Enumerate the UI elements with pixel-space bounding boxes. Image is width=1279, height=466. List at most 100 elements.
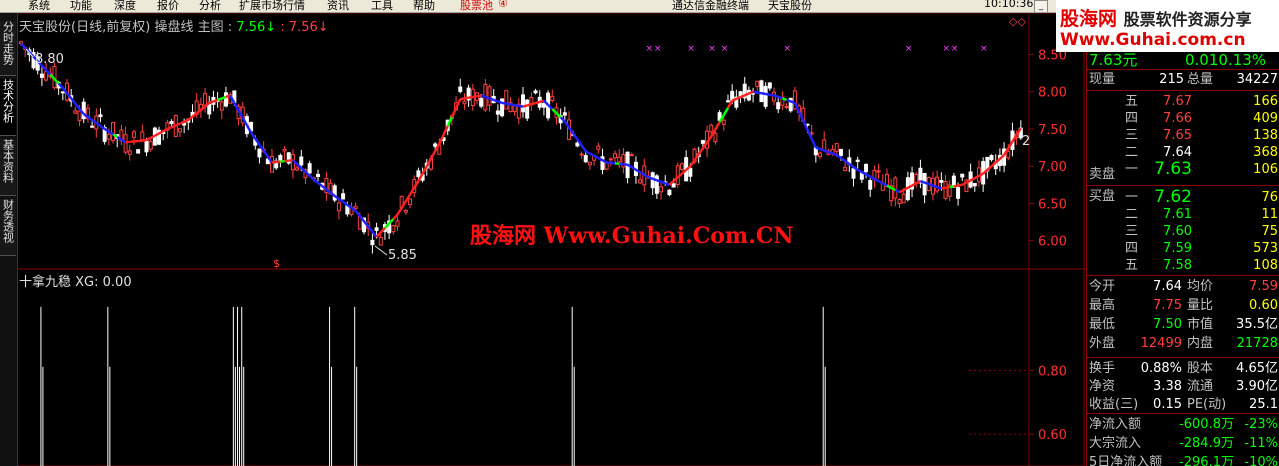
menu-system[interactable]: 系统 [28,0,50,12]
flow-percent: -11% [1244,436,1278,451]
stat-label-2: 内盘 [1187,336,1214,351]
candle-body [127,150,132,155]
stat-label: 最高 [1089,298,1116,313]
menu-extended-market[interactable]: 扩展市场行情 [239,0,305,12]
candle-body [709,124,714,133]
candle-body [784,106,789,109]
ma-line-segment [781,97,787,102]
candle-body [855,159,860,162]
menu-quote[interactable]: 报价 [157,0,179,12]
price-tick-label: 8.00 [1038,86,1067,101]
ma-line-segment [175,122,181,127]
candle-body [575,142,580,147]
candle-body [679,163,684,171]
menu-depth[interactable]: 深度 [114,0,136,12]
ma-line-segment [408,187,416,196]
candle-body [822,139,827,151]
ma-line-segment [531,101,536,106]
ma-line-segment [217,97,223,102]
tab-technical-analysis[interactable]: 技术分析 [0,79,16,136]
chart-corner-icons[interactable]: ◇◇ [1009,15,1026,28]
candle-body [583,154,588,163]
ma-line-segment [773,94,779,99]
ma-line-segment [731,97,737,102]
bid-row: 五 7.58 108 [1087,257,1279,274]
ma-line-segment [656,179,662,184]
candle-body [533,90,538,94]
ma-line-segment [765,92,771,96]
ma-line-segment [648,176,654,181]
candle-body [458,86,463,92]
ma-line-segment [660,180,666,185]
ma-line-segment [761,91,766,96]
ma-line-segment [953,184,959,188]
ma-line-segment [949,185,955,189]
ma-line-segment [840,156,846,163]
chart-stock-name: 天宝股份 [19,20,72,35]
high-price-label: 8.80 [35,52,64,67]
ma-line-segment [171,124,177,129]
ma-line-segment [873,177,880,183]
candle-body [654,175,659,194]
ma-line-segment [522,104,528,108]
candle-body [956,187,961,199]
candle-body [876,170,881,173]
candle-body [307,163,312,174]
candle-body [462,100,467,105]
tab-basic-info[interactable]: 基本资料 [0,139,16,196]
stat-row: 今开 7.64 均价 7.59 [1087,278,1279,295]
menu-tools[interactable]: 工具 [371,0,393,12]
candle-body [638,179,643,184]
ma-line-segment [585,150,591,155]
candle-body [629,154,634,157]
ma-line-segment [757,91,762,95]
fund-value: 0.15 [1153,397,1182,412]
candle-body [487,86,492,106]
ma-line-segment [183,118,189,123]
ma-line-segment [810,138,817,149]
fundamental-row: 换手 0.88% 股本 4.65亿 [1087,360,1279,377]
stat-row: 最低 7.50 市值 35.5亿 [1087,316,1279,333]
candle-body [725,100,730,103]
ma-line-segment [735,95,742,101]
candle-body [659,186,664,193]
ma-line-segment [367,225,374,233]
candle-body [755,80,760,87]
ma-line-segment [589,152,595,157]
stat-value: 7.75 [1153,298,1182,313]
menu-help[interactable]: 帮助 [413,0,435,12]
logo-slogan: 股票软件资源分享 [1123,10,1252,29]
chart-colon-2: : [280,20,285,35]
candle-body [521,94,525,113]
ma-line-segment [769,93,775,97]
menu-analysis[interactable]: 分析 [199,0,221,12]
signal-x-mark: × [951,44,959,54]
window-stock-name: 天宝股份 [768,0,812,12]
bid-volume: 76 [1261,190,1278,205]
menu-news[interactable]: 资讯 [327,0,349,12]
indicator-tick-label: 0.80 [1038,365,1067,380]
menu-stock-pool[interactable]: 股票池 [460,0,493,12]
ask-volume: 138 [1253,128,1278,143]
minimize-icon[interactable]: _ [1034,0,1048,12]
low-leader-line [374,245,388,256]
ma-line-segment [819,147,825,152]
signal-x-mark: × [980,44,988,54]
ma-line-segment [848,162,855,168]
ask-volume: 368 [1253,145,1278,160]
ma-line-segment [450,107,458,118]
candle-body [671,183,676,188]
stat-label-2: 市值 [1187,317,1214,332]
indicator-tick-label: 0.60 [1038,428,1067,443]
ma-line-segment [179,120,185,125]
ma-line-segment [535,100,541,105]
tab-intraday[interactable]: 分时走势 [0,21,16,76]
ask-level: 三 [1125,128,1139,143]
chart-period: (日线,前复权) [71,20,151,35]
stat-label: 外盘 [1089,336,1116,351]
candle-body [144,139,149,153]
candle-body [617,156,622,163]
tab-financial[interactable]: 财务透视 [0,199,16,256]
ask-level: 五 [1125,94,1139,109]
menu-function[interactable]: 功能 [70,0,92,12]
